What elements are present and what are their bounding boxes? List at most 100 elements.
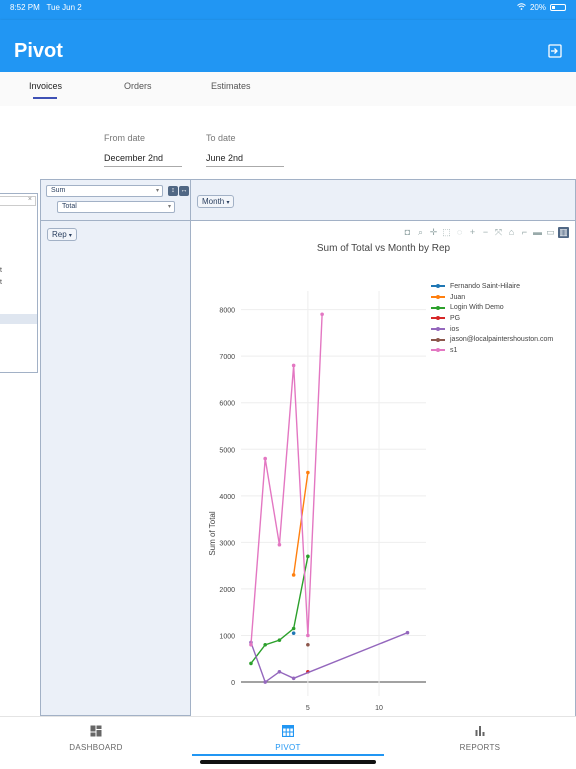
y-tick-label: 3000: [219, 540, 235, 547]
legend-item[interactable]: PG: [431, 313, 553, 324]
data-point: [277, 542, 282, 547]
chart-legend: Fernando Saint-Hilaire Juan Login With Dem…: [431, 281, 553, 356]
x-tick-label: 10: [375, 705, 383, 712]
data-point: [320, 312, 324, 317]
bar-chart-icon: [475, 726, 485, 736]
legend-item[interactable]: ios: [431, 324, 553, 335]
battery-icon: [550, 4, 566, 11]
close-icon[interactable]: ×: [28, 196, 32, 203]
tab-estimates[interactable]: Estimates: [211, 81, 251, 91]
data-point: [249, 642, 253, 647]
y-tick-label: 8000: [219, 308, 235, 315]
battery-percent: 20%: [529, 3, 546, 12]
status-time: 8:52 PM Tue Jun 2: [10, 3, 82, 12]
status-date: Tue Jun 2: [46, 3, 82, 12]
legend-label: ios: [450, 325, 459, 333]
row-fields-area: Rep ▾: [40, 221, 191, 716]
data-point: [306, 642, 310, 647]
legend-label: Juan: [450, 293, 466, 301]
y-tick-label: 6000: [219, 401, 235, 408]
y-tick-label: 0: [231, 680, 235, 687]
logout-icon: [548, 44, 562, 58]
series-jason-localpaintershouston-com: [306, 642, 310, 647]
col-field-month[interactable]: Month ▾: [197, 195, 235, 208]
nav-dashboard[interactable]: DASHBOARD: [0, 717, 192, 769]
data-point: [306, 470, 310, 475]
from-date-field[interactable]: December 2nd: [104, 153, 182, 167]
series-login-with-demo: [249, 554, 310, 666]
legend-swatch: [431, 295, 445, 300]
y-tick-label: 2000: [219, 587, 235, 594]
filter-row-highlight[interactable]: [0, 314, 37, 324]
status-bar: 8:52 PM Tue Jun 2 20%: [0, 0, 576, 20]
data-point: [277, 669, 282, 674]
to-date-field[interactable]: June 2nd: [206, 153, 284, 167]
table-icon: [282, 725, 294, 737]
legend-item[interactable]: s1: [431, 345, 553, 356]
home-indicator: [200, 760, 376, 764]
data-point: [249, 661, 253, 666]
legend-label: PG: [450, 314, 461, 322]
dashboard-icon: [90, 725, 102, 737]
series-line: [250, 314, 323, 645]
data-point: [277, 638, 282, 642]
tab-bar: Invoices Orders Estimates: [0, 72, 576, 106]
tab-invoices[interactable]: Invoices: [29, 81, 62, 91]
legend-label: jason@localpaintershouston.com: [450, 336, 554, 344]
filter-search-input[interactable]: ×: [0, 196, 36, 206]
y-axis-label: Sum of Total: [208, 511, 217, 556]
nav-pivot-label: PIVOT: [275, 743, 301, 752]
chart-area: ◘ ⌕ ✛ ⬚ ◌ + − ⤧ ⌂ ⌐ ▬ ▭ ▥ Sum of Total v…: [191, 221, 576, 716]
legend-item[interactable]: jason@localpaintershouston.com: [431, 334, 553, 345]
row-order-button[interactable]: ↕: [168, 186, 178, 196]
legend-item[interactable]: Juan: [431, 292, 553, 303]
data-point: [291, 626, 296, 631]
pivot-table: Sum ▾ ↕ ↔ Total ▾ Month ▾ Rep ▾ ◘ ⌕ ✛ ⬚ …: [40, 179, 576, 716]
filter-value-fragment[interactable]: t: [0, 279, 2, 286]
chevron-down-icon: ▾: [155, 188, 159, 194]
value-field-select[interactable]: Total ▾: [57, 201, 175, 213]
col-field-label: Month: [202, 197, 225, 206]
row-field-rep[interactable]: Rep ▾: [47, 228, 77, 241]
value-field-value: Total: [62, 203, 77, 210]
attribute-filter-panel[interactable]: × t t: [0, 193, 38, 373]
x-tick-label: 5: [306, 705, 310, 712]
series-fernando-saint-hilaire: [291, 631, 296, 635]
legend-swatch: [431, 305, 445, 310]
col-order-button[interactable]: ↔: [179, 186, 189, 196]
legend-swatch: [431, 284, 445, 289]
data-point: [263, 456, 267, 461]
tab-orders[interactable]: Orders: [124, 81, 152, 91]
row-field-label: Rep: [52, 230, 67, 239]
legend-item[interactable]: Fernando Saint-Hilaire: [431, 281, 553, 292]
data-point: [306, 633, 310, 638]
data-point: [291, 676, 296, 681]
nav-reports[interactable]: REPORTS: [384, 717, 576, 769]
from-date-label: From date: [104, 133, 146, 143]
data-point: [291, 573, 296, 577]
legend-label: s1: [450, 346, 458, 354]
aggregator-cell: Sum ▾ ↕ ↔ Total ▾: [40, 179, 191, 221]
status-clock: 8:52 PM: [10, 3, 40, 12]
series-line: [250, 556, 309, 664]
aggregator-select[interactable]: Sum ▾: [46, 185, 163, 197]
legend-swatch: [431, 316, 445, 321]
y-tick-label: 4000: [219, 494, 235, 501]
wifi-icon: [517, 3, 526, 12]
page-title: Pivot: [14, 40, 63, 62]
nav-dashboard-label: DASHBOARD: [69, 743, 123, 752]
legend-swatch: [431, 327, 445, 332]
y-tick-label: 1000: [219, 633, 235, 640]
legend-swatch: [431, 337, 445, 342]
active-nav-indicator: [192, 754, 384, 756]
logout-button[interactable]: [548, 44, 562, 58]
y-tick-label: 7000: [219, 354, 235, 361]
data-point: [291, 363, 296, 368]
legend-item[interactable]: Login With Demo: [431, 302, 553, 313]
chevron-down-icon: ▾: [226, 200, 230, 206]
y-tick-label: 5000: [219, 447, 235, 454]
nav-reports-label: REPORTS: [459, 743, 501, 752]
series-ios: [249, 630, 410, 684]
active-tab-indicator: [33, 97, 57, 99]
filter-value-fragment[interactable]: t: [0, 267, 2, 274]
